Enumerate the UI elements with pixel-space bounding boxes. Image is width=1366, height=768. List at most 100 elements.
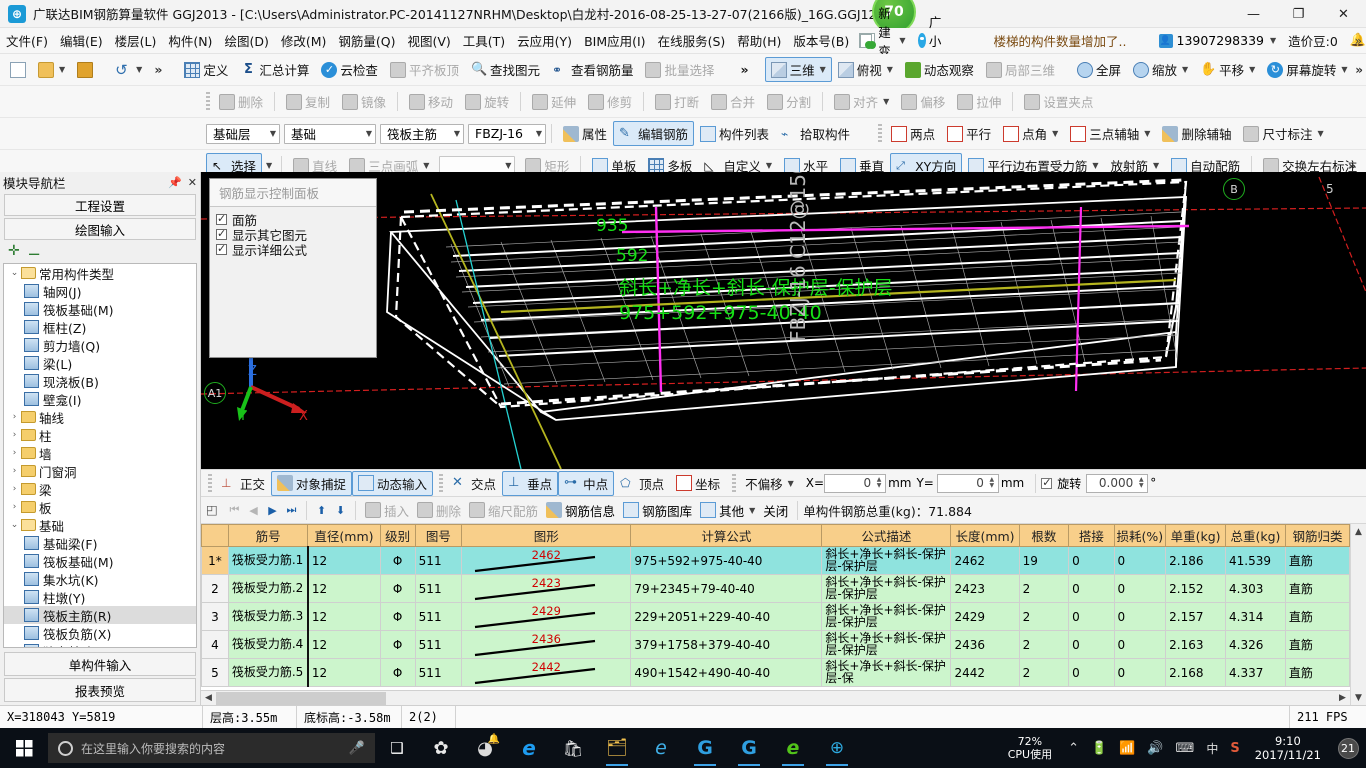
toolbar-draw-overflow-icon[interactable]: » [1348, 159, 1356, 173]
tree-toggle-icon[interactable]: › [8, 484, 21, 494]
tree-node-8[interactable]: › 轴线 [4, 408, 196, 426]
report-preview-button[interactable]: 报表预览 [4, 678, 196, 702]
tree-node-1[interactable]: 轴网(J) [4, 282, 196, 300]
midpoint-snap[interactable]: ⊶ 中点 [558, 470, 615, 496]
tree-node-2[interactable]: 筏板基础(M) [4, 300, 196, 318]
rebar-library-button[interactable]: 钢筋图库 [619, 499, 696, 522]
ime-cn-icon[interactable]: 中 [1200, 740, 1224, 757]
tree-node-9[interactable]: › 柱 [4, 426, 196, 444]
component-type-selector[interactable]: 筏板主筋 ▼ [380, 123, 464, 144]
cell-total-weight[interactable]: 4.314 [1225, 602, 1286, 631]
sidebar-draw-input-button[interactable]: 绘图输入 [4, 218, 196, 240]
menu-item-tools[interactable]: 工具(T) [457, 28, 511, 53]
tree-toggle-icon[interactable]: ⌄ [8, 268, 21, 278]
cell-formula[interactable]: 229+2051+229-40-40 [630, 602, 823, 631]
tree-toggle-icon[interactable]: › [8, 430, 21, 440]
x-coord-input[interactable]: 0 ▲ ▼ [824, 473, 887, 493]
cell-diameter[interactable]: 12 [307, 658, 381, 687]
table-row[interactable]: 4 筏板受力筋.4 12 Φ 511 2436 379+1758+379-40-40 斜长+净… [201, 630, 1350, 659]
hscroll-right-arrow[interactable]: ▶ [1335, 690, 1350, 706]
th-total-weight[interactable]: 总重(kg) [1225, 524, 1286, 547]
notice-text[interactable]: 楼梯的构件数量增加了.. [984, 29, 1137, 52]
other-chevron-down-icon[interactable]: ▼ [749, 506, 755, 515]
tree-node-0[interactable]: ⌄ 常用构件类型 [4, 264, 196, 282]
collapse-all-icon[interactable]: ⚊ [28, 243, 41, 259]
axis-toolbar-gripper[interactable] [878, 124, 883, 143]
cell-unit-weight[interactable]: 2.152 [1165, 574, 1227, 603]
last-record-button[interactable]: ⏭ [282, 501, 301, 520]
th-shape[interactable]: 图形 [461, 524, 632, 547]
cell-formula[interactable]: 79+2345+79-40-40 [630, 574, 823, 603]
cell-figure-no[interactable]: 511 [414, 574, 463, 603]
cell-count[interactable]: 19 [1018, 546, 1070, 575]
screen-rotate-chevron-down-icon[interactable]: ▼ [1341, 65, 1347, 74]
sidebar-close-icon[interactable]: ✕ [188, 176, 197, 189]
dynamic-input-toggle[interactable]: 动态输入 [352, 470, 434, 496]
menu-item-modify[interactable]: 修改(M) [275, 28, 333, 53]
microphone-icon[interactable]: 🎤 [349, 741, 365, 756]
tree-node-21[interactable]: 独立基础(P) [4, 642, 196, 647]
floor-chevron-down-icon[interactable]: ▼ [270, 129, 276, 138]
move-down-button[interactable]: ⬇ [331, 501, 350, 520]
offset-group-gripper[interactable] [732, 473, 737, 493]
rebar-info-button[interactable]: 钢筋信息 [542, 499, 619, 522]
rebar-display-control-panel[interactable]: 钢筋显示控制面板 面筋 显示其它图元 显示详细公式 [209, 178, 377, 358]
cell-length[interactable]: 2462 [950, 546, 1020, 575]
point-angle-axis-button[interactable]: 点角 ▼ [997, 121, 1064, 146]
view-rebar-qty-button[interactable]: ⚭ 查看钢筋量 [546, 57, 640, 82]
maximize-button[interactable]: ❐ [1276, 0, 1321, 28]
vscroll-up-arrow[interactable]: ▲ [1351, 524, 1366, 539]
cell-length[interactable]: 2423 [950, 574, 1020, 603]
zoom-button[interactable]: 缩放 ▼ [1127, 57, 1194, 82]
cell-diameter[interactable]: 12 [307, 546, 381, 575]
save-file-button[interactable] [71, 59, 99, 81]
tree-node-14[interactable]: ⌄ 基础 [4, 516, 196, 534]
menu-item-component[interactable]: 构件(N) [162, 28, 218, 53]
app-spiral-button[interactable]: ◕ 🔔 [463, 728, 507, 768]
th-length[interactable]: 长度(mm) [950, 524, 1020, 547]
chevron-down-icon[interactable]: ▼ [899, 36, 905, 45]
th-loss[interactable]: 损耗(%) [1113, 524, 1167, 547]
tree-node-13[interactable]: › 板 [4, 498, 196, 516]
start-button[interactable] [0, 728, 48, 768]
draw-param-chevron-down-icon[interactable]: ▼ [505, 161, 511, 170]
cell-grade[interactable]: Φ [379, 630, 416, 659]
select-tool-chevron-down-icon[interactable]: ▼ [266, 161, 272, 170]
tree-node-16[interactable]: 筏板基础(M) [4, 552, 196, 570]
menu-item-file[interactable]: 文件(F) [0, 28, 54, 53]
first-record-button[interactable]: ⏮ [225, 501, 244, 520]
radial-chevron-down-icon[interactable]: ▼ [1153, 161, 1159, 170]
tree-toggle-icon[interactable]: › [8, 412, 21, 422]
cell-figure-no[interactable]: 511 [414, 630, 463, 659]
table-row[interactable]: 3 筏板受力筋.3 12 Φ 511 2429 229+2051+229-40-40 斜长+净… [201, 602, 1350, 631]
dimension-button[interactable]: 尺寸标注 ▼ [1237, 121, 1329, 146]
toolbar-gripper[interactable] [206, 92, 210, 111]
tree-node-5[interactable]: 梁(L) [4, 354, 196, 372]
view-3d-chevron-down-icon[interactable]: ▼ [820, 65, 826, 74]
cell-shape[interactable]: 2436 [461, 630, 632, 659]
cell-classification[interactable]: 直筋 [1284, 546, 1350, 575]
keyboard-icon[interactable]: ⌨ [1170, 741, 1201, 756]
open-file-button[interactable]: ▼ [32, 59, 71, 81]
undo-button[interactable]: ↺ ▼ [109, 59, 148, 81]
th-figure-no[interactable]: 图号 [414, 524, 463, 547]
y-coord-input[interactable]: 0 ▲ ▼ [936, 473, 999, 493]
account-info[interactable]: 👤 13907298339 ▼ [1158, 33, 1276, 48]
edit-rebar-button[interactable]: ✎ 编辑钢筋 [613, 121, 695, 146]
prev-record-button[interactable]: ◀ [244, 501, 263, 520]
volume-icon[interactable]: 🔊 [1141, 741, 1169, 756]
properties-button[interactable]: 属性 [557, 121, 613, 146]
cell-formula-desc[interactable]: 斜长+净长+斜长-保护层-保护层 [821, 546, 952, 575]
cpu-usage-widget[interactable]: 72% CPU使用 [998, 735, 1062, 761]
checkbox-show-other-elements-box[interactable] [216, 227, 227, 240]
cell-unit-weight[interactable]: 2.163 [1165, 630, 1227, 659]
menu-item-view[interactable]: 视图(V) [401, 28, 456, 53]
cell-lap[interactable]: 0 [1068, 658, 1115, 687]
cell-diameter[interactable]: 12 [307, 602, 381, 631]
th-diameter[interactable]: 直径(mm) [307, 524, 381, 547]
cell-figure-no[interactable]: 511 [414, 658, 463, 687]
sogou-icon[interactable]: S [1224, 741, 1245, 756]
tree-node-19[interactable]: 筏板主筋(R) [4, 606, 196, 624]
cell-count[interactable]: 2 [1018, 658, 1070, 687]
cell-loss[interactable]: 0 [1113, 658, 1167, 687]
